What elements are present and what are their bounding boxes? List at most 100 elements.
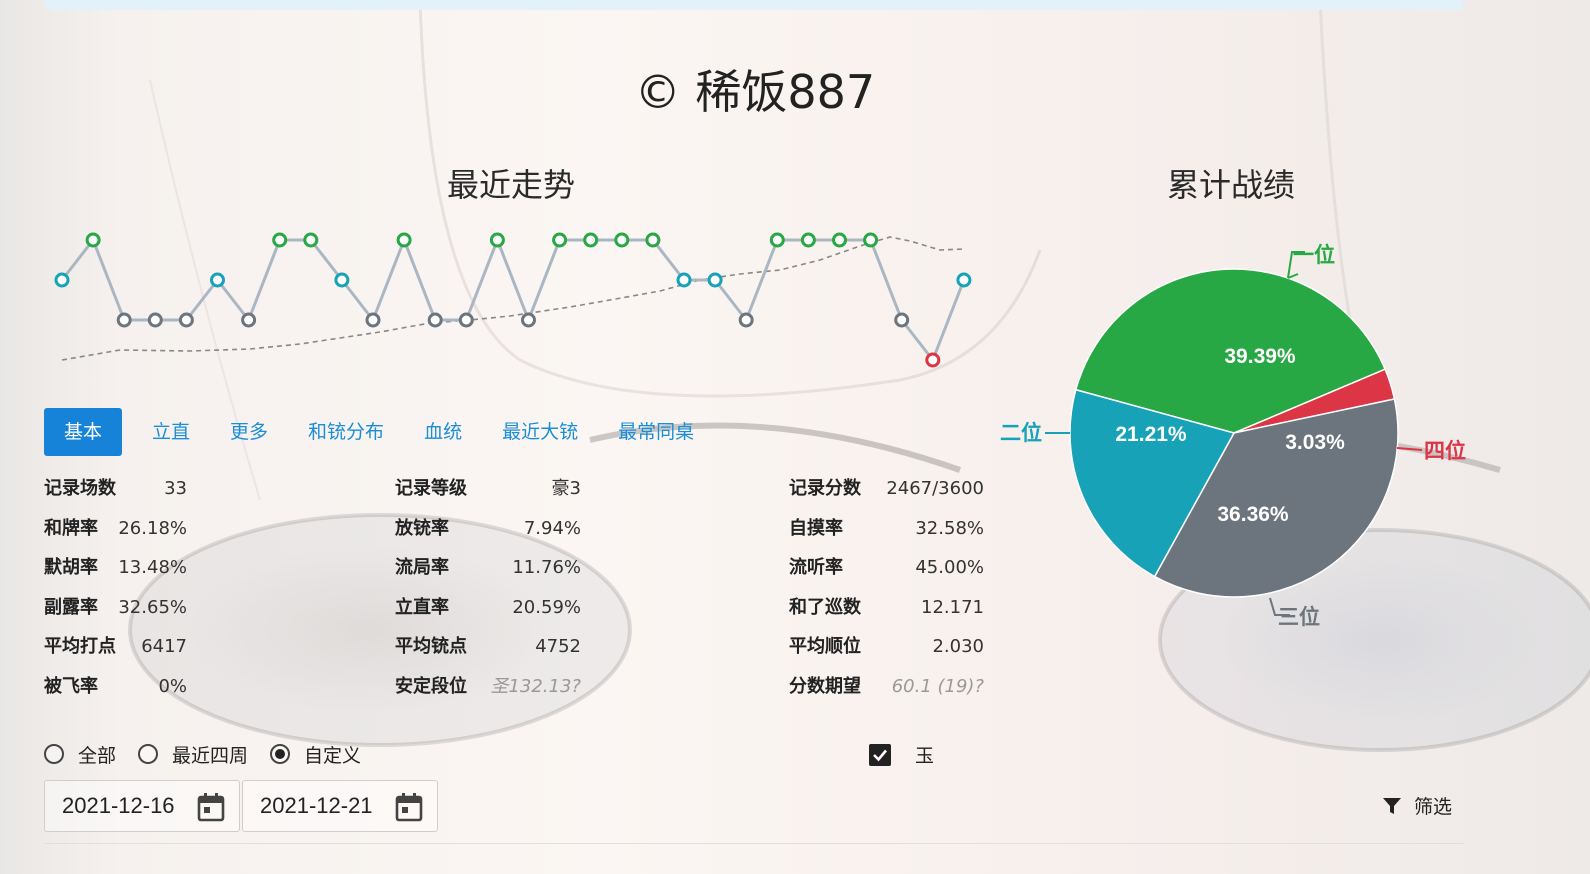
trend-point[interactable] bbox=[210, 272, 225, 288]
trend-point[interactable] bbox=[427, 312, 443, 328]
stat-label: 安定段位 bbox=[395, 675, 467, 697]
radio-custom-label: 自定义 bbox=[304, 744, 362, 767]
trend-point[interactable] bbox=[894, 312, 910, 328]
stat-row: 自摸率 32.58% bbox=[789, 514, 984, 544]
trend-point[interactable] bbox=[489, 232, 505, 248]
trend-point[interactable] bbox=[956, 272, 972, 288]
filter-icon bbox=[1383, 797, 1401, 814]
trend-point[interactable] bbox=[863, 232, 879, 248]
tab-recent-big-deal[interactable]: 最近大铳 bbox=[482, 408, 598, 456]
trend-point[interactable] bbox=[769, 232, 785, 248]
trend-point[interactable] bbox=[241, 312, 257, 328]
trend-point[interactable] bbox=[365, 312, 381, 328]
stat-value: 13.48% bbox=[118, 557, 187, 578]
stat-label: 记录场数 bbox=[44, 478, 116, 499]
divider bbox=[44, 843, 1464, 844]
jade-checkbox[interactable]: 玉 bbox=[869, 741, 934, 768]
stat-value: 32.58% bbox=[915, 517, 984, 539]
radio-recent-four-weeks-indicator bbox=[138, 744, 159, 764]
stat-row: 立直率 20.59% bbox=[395, 593, 581, 623]
stat-row: 放铳率 7.94% bbox=[395, 514, 581, 544]
trend-point[interactable] bbox=[614, 232, 630, 248]
stat-row: 副露率 32.65% bbox=[44, 593, 187, 623]
stat-label: 自摸率 bbox=[789, 517, 843, 539]
pie-slice-percent: 36.36% bbox=[1217, 503, 1289, 526]
stat-row: 记录场数 33 bbox=[44, 474, 187, 504]
jade-checkbox-box bbox=[869, 743, 891, 766]
stat-label: 和牌率 bbox=[44, 517, 98, 539]
trend-point[interactable] bbox=[832, 232, 847, 248]
stat-row: 安定段位 圣132.13? bbox=[395, 672, 581, 702]
tab-more[interactable]: 更多 bbox=[210, 408, 288, 456]
filter-button[interactable]: 筛选 bbox=[1382, 792, 1452, 819]
trend-chart bbox=[54, 232, 972, 368]
stat-label: 记录分数 bbox=[789, 478, 861, 499]
trend-point[interactable] bbox=[583, 232, 599, 248]
stat-row: 被飞率 0% bbox=[44, 672, 187, 702]
trend-point[interactable] bbox=[645, 232, 661, 248]
trend-point[interactable] bbox=[178, 312, 194, 328]
stats-tabs: 基本 立直 更多 和铳分布 血统 最近大铳 最常同桌 bbox=[44, 408, 714, 456]
stat-value: 11.76% bbox=[512, 557, 581, 578]
stat-row: 平均铳点 4752 bbox=[395, 632, 581, 662]
pie-title: 累计战绩 bbox=[1167, 166, 1296, 204]
tab-win-deal-distribution[interactable]: 和铳分布 bbox=[288, 408, 404, 456]
trend-point[interactable] bbox=[707, 272, 723, 288]
stat-row: 平均顺位 2.030 bbox=[789, 632, 984, 662]
trend-point[interactable] bbox=[85, 232, 101, 248]
end-date-field[interactable]: 2021-12-21 bbox=[242, 780, 438, 832]
radio-all[interactable]: 全部 bbox=[44, 741, 116, 768]
pie-slice-percent: 39.39% bbox=[1224, 345, 1296, 368]
date-range-radios: 全部 最近四周 自定义 bbox=[44, 738, 383, 770]
trend-point[interactable] bbox=[396, 232, 412, 248]
trend-point[interactable] bbox=[272, 232, 288, 248]
radio-custom[interactable]: 自定义 bbox=[270, 741, 361, 768]
trend-point[interactable] bbox=[552, 232, 568, 248]
stat-label: 和了巡数 bbox=[789, 596, 861, 618]
trend-point[interactable] bbox=[54, 272, 70, 288]
stat-label: 流局率 bbox=[395, 557, 449, 578]
calendar-icon[interactable] bbox=[395, 792, 423, 822]
stat-row: 平均打点 6417 bbox=[44, 632, 187, 662]
stat-value: 33 bbox=[164, 478, 187, 499]
radio-recent-four-weeks[interactable]: 最近四周 bbox=[138, 741, 248, 768]
filter-button-label: 筛选 bbox=[1414, 796, 1453, 818]
tab-riichi[interactable]: 立直 bbox=[132, 408, 210, 456]
stat-label: 记录等级 bbox=[395, 478, 467, 499]
trend-point[interactable] bbox=[116, 312, 132, 328]
trend-point[interactable] bbox=[676, 272, 692, 288]
tab-basic[interactable]: 基本 bbox=[44, 408, 123, 456]
pie-outlabel-4: 四位 bbox=[1424, 439, 1466, 463]
trend-point[interactable] bbox=[800, 232, 816, 248]
tab-frequent-tablemates[interactable]: 最常同桌 bbox=[598, 408, 714, 456]
stat-value: 12.171 bbox=[921, 596, 984, 618]
start-date-value: 2021-12-16 bbox=[62, 793, 175, 818]
trend-point[interactable] bbox=[738, 312, 754, 328]
radio-custom-indicator bbox=[270, 744, 291, 764]
stat-label: 分数期望 bbox=[789, 675, 861, 697]
trend-line bbox=[60, 238, 966, 362]
stat-value: 32.65% bbox=[118, 596, 187, 618]
start-date-field[interactable]: 2021-12-16 bbox=[44, 780, 240, 832]
stat-row: 流听率 45.00% bbox=[789, 553, 984, 583]
trend-point[interactable] bbox=[303, 232, 319, 248]
pie-outlabel-1: 一位 bbox=[1293, 243, 1335, 267]
trend-point[interactable] bbox=[334, 272, 350, 288]
stat-value: 圣132.13? bbox=[490, 675, 581, 697]
trend-point[interactable] bbox=[925, 352, 941, 368]
trend-point[interactable] bbox=[521, 312, 536, 328]
stat-row: 和牌率 26.18% bbox=[44, 514, 187, 544]
stat-row: 默胡率 13.48% bbox=[44, 553, 187, 583]
stat-label: 放铳率 bbox=[395, 517, 449, 539]
trend-point[interactable] bbox=[458, 312, 474, 328]
trend-point[interactable] bbox=[147, 312, 163, 328]
trend-title: 最近走势 bbox=[447, 166, 576, 204]
stat-value: 4752 bbox=[535, 636, 581, 657]
stat-value: 2.030 bbox=[932, 636, 984, 657]
stat-value: 45.00% bbox=[915, 557, 984, 578]
radio-recent-four-weeks-label: 最近四周 bbox=[172, 744, 249, 767]
stat-label: 副露率 bbox=[44, 596, 98, 618]
tab-lineage[interactable]: 血统 bbox=[404, 408, 482, 456]
stat-row: 记录分数 2467/3600 bbox=[789, 474, 984, 504]
calendar-icon[interactable] bbox=[197, 792, 225, 822]
